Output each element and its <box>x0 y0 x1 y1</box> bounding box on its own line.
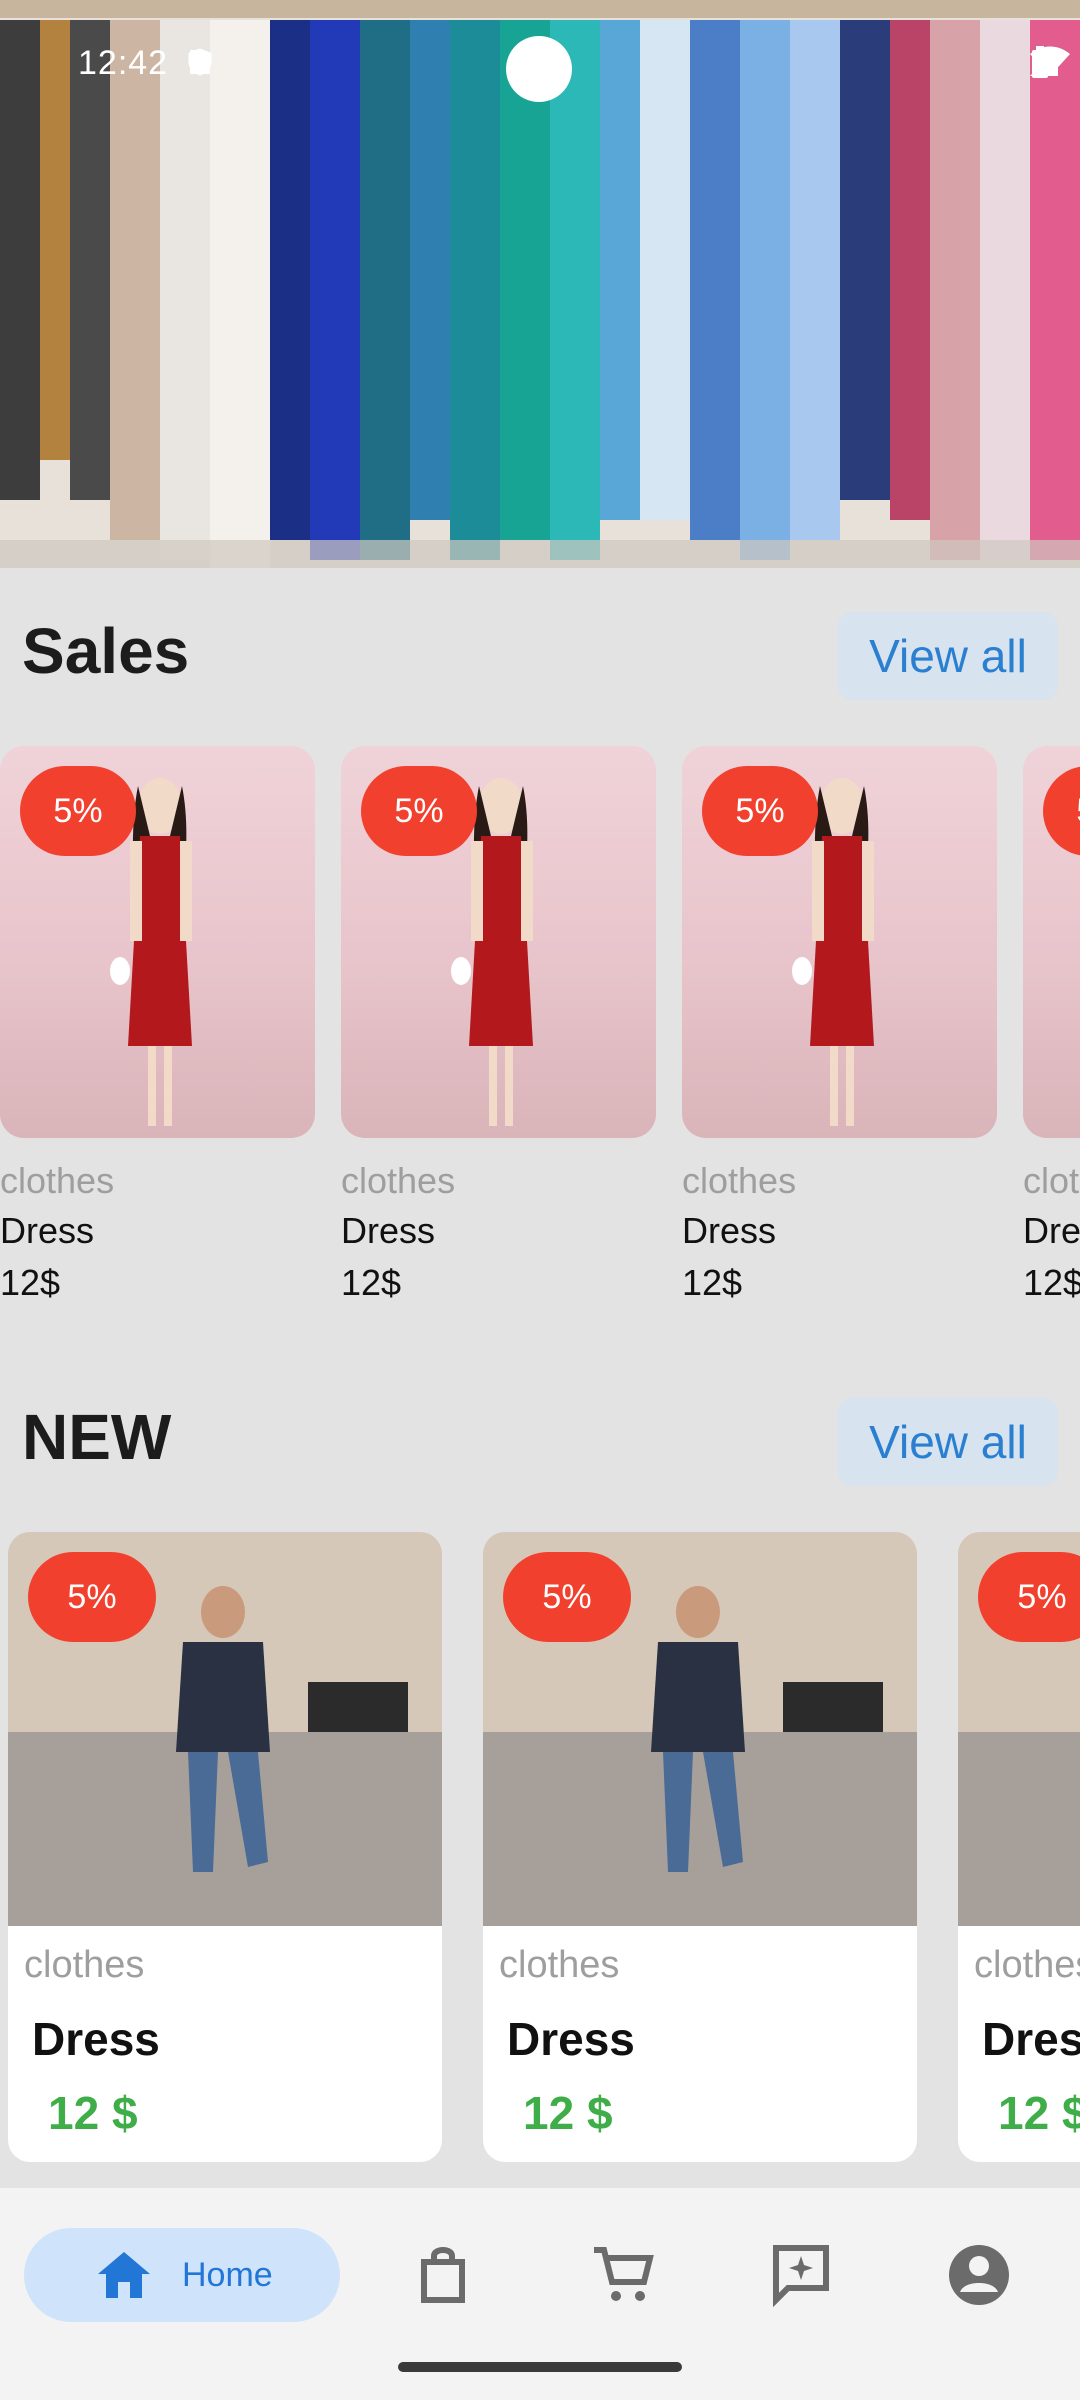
discount-badge: 5% <box>28 1552 156 1642</box>
product-category: clothes <box>24 1944 145 1986</box>
home-icon <box>98 2252 150 2298</box>
product-image: 5% <box>958 1532 1080 1926</box>
product-name: Dress <box>682 1210 777 1251</box>
product-price: 12$ <box>682 1262 743 1303</box>
nav-home-button[interactable]: Home <box>24 2228 340 2322</box>
account-icon[interactable] <box>946 2242 1012 2308</box>
product-category: clothes <box>341 1160 456 1201</box>
product-category: clothes <box>1023 1160 1080 1201</box>
sales-section-title: Sales <box>22 615 190 687</box>
feedback-icon[interactable] <box>768 2242 834 2308</box>
product-category: clothes <box>682 1160 797 1201</box>
gesture-navigation-bar[interactable] <box>398 2362 682 2372</box>
discount-badge: 5% <box>978 1552 1080 1642</box>
discount-badge: 5% <box>20 766 136 856</box>
product-name: Dress <box>0 1210 95 1251</box>
product-price: 12 $ <box>998 2087 1080 2139</box>
sales-carousel[interactable]: 5% clothes Dress 12$ 5% clothes Dress 12… <box>0 746 1080 1326</box>
discount-badge: 5% <box>503 1552 631 1642</box>
product-name: Dress <box>1023 1210 1080 1251</box>
new-section-title: NEW <box>22 1401 172 1473</box>
product-image: 5% <box>8 1532 442 1926</box>
product-image: 5% <box>682 746 997 1138</box>
product-image: 5% <box>483 1532 917 1926</box>
sale-product-card[interactable]: 5% clothes Dress 12$ <box>341 746 656 1303</box>
product-price: 12 $ <box>523 2087 613 2139</box>
product-price: 12$ <box>1023 1262 1080 1303</box>
product-price: 12$ <box>341 1262 402 1303</box>
battery-icon <box>1032 46 1048 78</box>
new-view-all-button[interactable]: View all <box>838 1398 1058 1486</box>
new-products-carousel[interactable]: 5% clothes Dress 12 $ 5% clothes Dress 1… <box>0 1532 1080 2164</box>
discount-badge: 5% <box>361 766 477 856</box>
product-name: Dress <box>341 1210 436 1251</box>
discount-badge: 5% <box>1043 766 1080 856</box>
product-image: 5% <box>0 746 315 1138</box>
product-price: 12$ <box>0 1262 61 1303</box>
cart-icon[interactable] <box>590 2242 656 2308</box>
sim-card-icon <box>190 50 210 74</box>
new-product-card[interactable]: 5% clothes Dress 12 $ <box>958 1532 1080 2162</box>
sale-product-card[interactable]: 5% clothes Dress 12$ <box>0 746 315 1303</box>
product-category: clothes <box>974 1944 1080 1986</box>
product-category: clothes <box>499 1944 620 1986</box>
product-name: Dress <box>32 2013 160 2065</box>
status-bar: 12:42 <box>0 0 1080 140</box>
product-image: 5% <box>341 746 656 1138</box>
product-category: clothes <box>0 1160 115 1201</box>
front-camera-cutout <box>506 36 572 102</box>
hero-banner-image: 12:42 <box>0 0 1080 568</box>
discount-badge: 5% <box>702 766 818 856</box>
new-product-card[interactable]: 5% clothes Dress 12 $ <box>483 1532 917 2162</box>
new-product-card[interactable]: 5% clothes Dress 12 $ <box>8 1532 442 2162</box>
product-name: Dress <box>507 2013 635 2065</box>
shopping-bag-icon[interactable] <box>410 2242 476 2308</box>
product-name: Dress <box>982 2013 1080 2065</box>
status-time: 12:42 <box>78 44 169 82</box>
nav-home-label: Home <box>182 2255 273 2294</box>
sale-product-card[interactable]: 5% clothes Dress 12$ <box>1023 746 1080 1303</box>
product-image: 5% <box>1023 746 1080 1138</box>
sales-view-all-button[interactable]: View all <box>838 612 1058 700</box>
sale-product-card[interactable]: 5% clothes Dress 12$ <box>682 746 997 1303</box>
product-price: 12 $ <box>48 2087 138 2139</box>
